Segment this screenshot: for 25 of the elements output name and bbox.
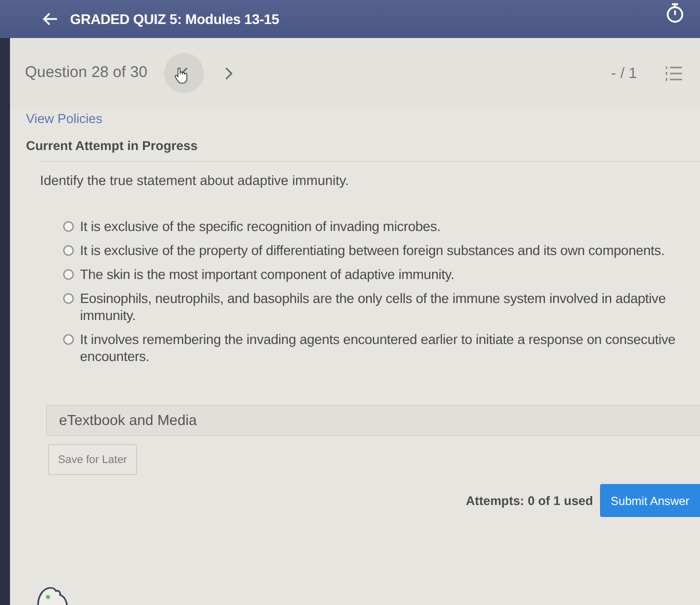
question-prompt: Identify the true statement about adaptive immunity. (40, 172, 350, 190)
answer-option[interactable]: It involves remembering the invading agents encountered earlier to initiate a response on consecutive encounters. (80, 331, 688, 365)
chat-bubble-icon[interactable] (35, 584, 71, 605)
etextbook-media-panel[interactable]: eTextbook and Media (46, 405, 700, 436)
radio-button[interactable] (63, 269, 74, 280)
question-score: - / 1 (611, 64, 637, 82)
quiz-title: GRADED QUIZ 5: Modules 13-15 (70, 11, 280, 27)
answer-option[interactable]: It is exclusive of the property of differentiating between foreign substances and its own components. (80, 242, 665, 259)
radio-button[interactable] (63, 293, 74, 304)
attempt-status: Current Attempt in Progress (26, 138, 199, 154)
submit-answer-button[interactable]: Submit Answer (600, 484, 700, 517)
question-counter: Question 28 of 30 (25, 64, 148, 82)
attempts-counter: Attempts: 0 of 1 used (466, 494, 593, 508)
answer-option[interactable]: It is exclusive of the specific recognition of invading microbes. (80, 218, 440, 235)
hand-cursor-icon (174, 67, 188, 84)
radio-button[interactable] (63, 245, 74, 256)
previous-question-button[interactable] (164, 53, 204, 93)
back-arrow-icon[interactable] (42, 12, 58, 26)
answer-option[interactable]: The skin is the most important component of adaptive immunity. (80, 266, 454, 283)
radio-button[interactable] (63, 221, 74, 232)
numbered-list-icon[interactable] (665, 66, 682, 80)
chevron-right-icon (225, 66, 234, 80)
stopwatch-icon[interactable] (666, 3, 684, 23)
radio-button[interactable] (63, 334, 74, 345)
answer-option[interactable]: Eosinophils, neutrophils, and basophils are the only cells of the immune system involved in adaptive immunity. (80, 290, 688, 324)
